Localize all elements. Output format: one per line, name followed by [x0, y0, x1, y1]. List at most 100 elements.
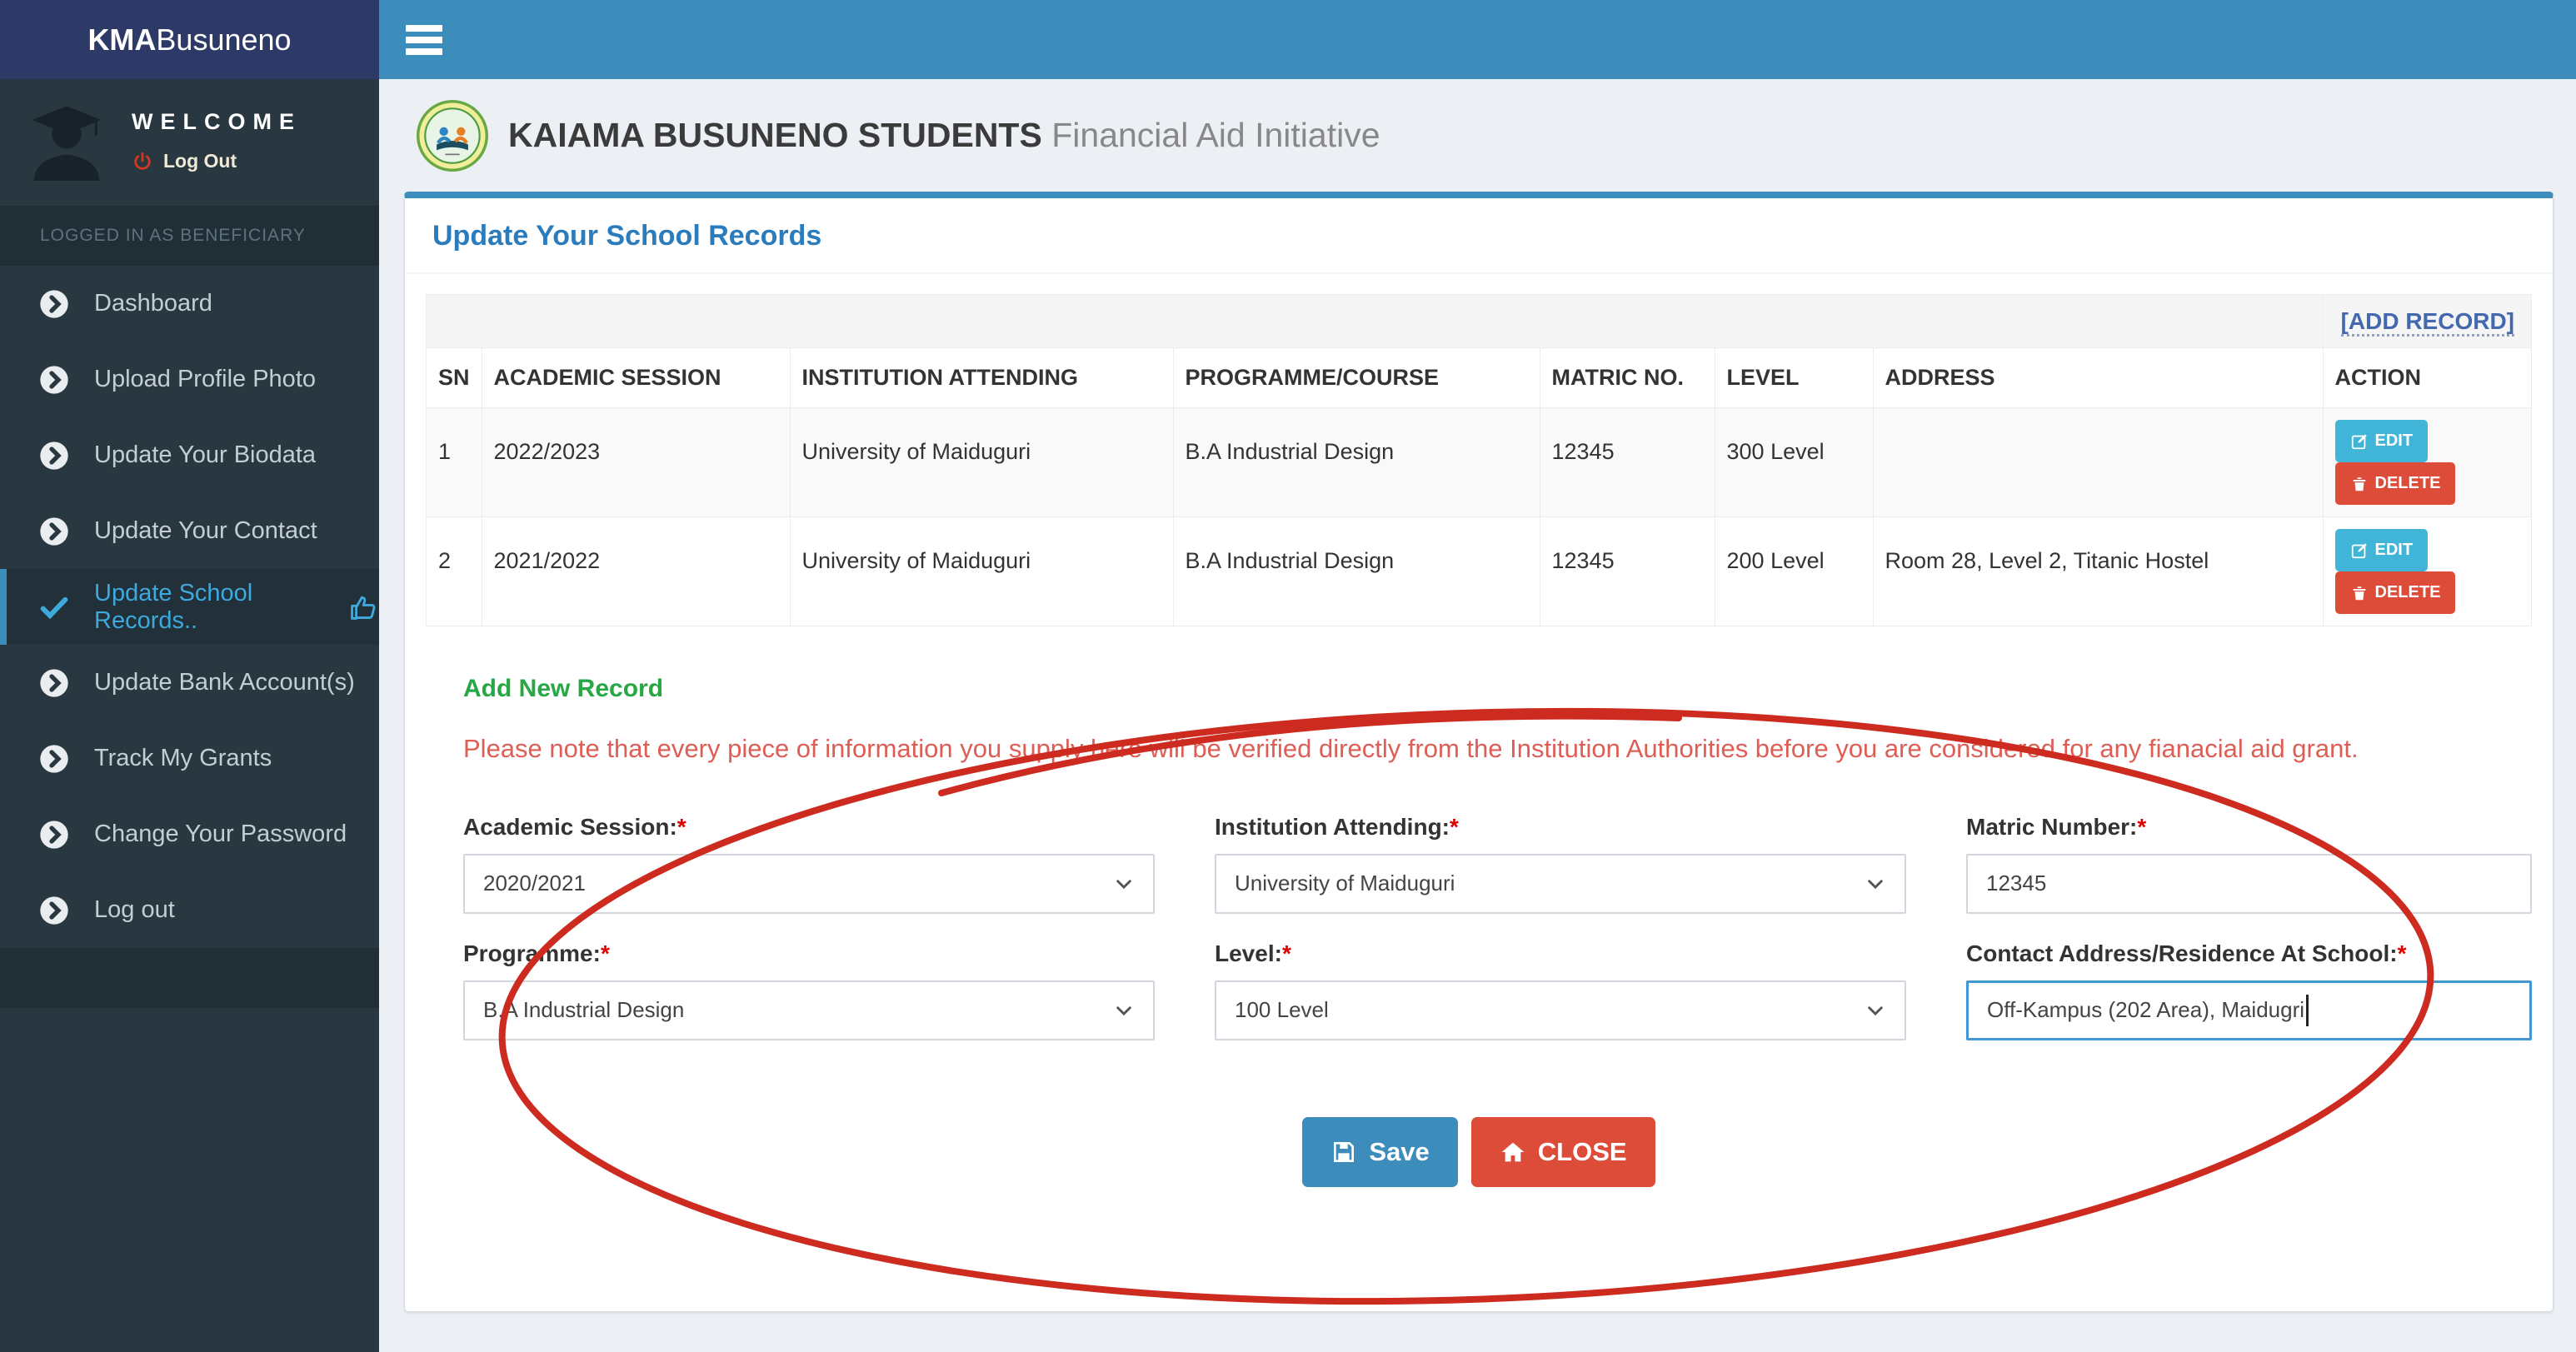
chevron-circle-icon: [37, 666, 71, 700]
welcome-text: WELCOME: [132, 109, 302, 135]
floppy-disk-icon: [1330, 1139, 1357, 1165]
chevron-down-icon: [1865, 873, 1886, 895]
institution-select[interactable]: University of Maiduguri: [1215, 854, 1906, 914]
sidebar-section-divider: [0, 948, 379, 1008]
power-icon: [132, 151, 153, 172]
trash-icon: [2350, 584, 2369, 602]
verification-note: Please note that every piece of informat…: [463, 725, 2532, 774]
top-navbar: [379, 0, 2576, 79]
required-asterisk: *: [2398, 940, 2407, 966]
sidebar-item-label: Update Your Biodata: [94, 442, 316, 469]
check-icon: [37, 591, 71, 624]
academic-session-select[interactable]: 2020/2021: [463, 854, 1155, 914]
save-button[interactable]: Save: [1302, 1117, 1457, 1187]
chevron-down-icon: [1865, 1000, 1886, 1021]
level-select[interactable]: 100 Level: [1215, 980, 1906, 1040]
close-button[interactable]: CLOSE: [1471, 1117, 1655, 1187]
sidebar-item-label: Change Your Password: [94, 821, 347, 848]
col-header-action: ACTION: [2323, 348, 2531, 408]
text-cursor: [2306, 995, 2309, 1026]
contact-address-input[interactable]: Off-Kampus (202 Area), Maidugri: [1966, 980, 2532, 1040]
sidebar-item-upload-photo[interactable]: Upload Profile Photo: [0, 342, 379, 417]
graduate-avatar: [23, 97, 110, 184]
records-table-container: [ADD RECORD] SN ACADEMIC SESSION INSTITU…: [426, 294, 2532, 626]
brand-light: Busuneno: [156, 22, 291, 57]
user-panel: WELCOME Log Out: [0, 79, 379, 206]
sidebar-item-label: Track My Grants: [94, 745, 272, 772]
cell-programme: B.A Industrial Design: [1173, 517, 1540, 626]
sidebar-item-label: Update School Records..: [94, 580, 341, 635]
add-new-record-heading: Add New Record: [463, 675, 2532, 703]
field-level: Level:* 100 Level: [1215, 940, 1906, 1040]
chevron-circle-icon: [37, 742, 71, 776]
required-asterisk: *: [1282, 940, 1291, 966]
app-window: KMABusuneno WELCOME Log Out LOGGED: [0, 0, 2576, 1352]
cell-sn: 1: [427, 408, 482, 517]
cell-programme: B.A Industrial Design: [1173, 408, 1540, 517]
cell-sn: 2: [427, 517, 482, 626]
page-header: KAIAMA BUSUNENO STUDENTS Financial Aid I…: [379, 79, 2576, 192]
add-record-form: Academic Session:* 2020/2021 Institution…: [463, 814, 2532, 1040]
field-matric-number: Matric Number:* 12345: [1966, 814, 2532, 914]
page-title-light: Financial Aid Initiative: [1051, 116, 1380, 154]
cell-address: [1873, 408, 2323, 517]
home-icon: [1500, 1139, 1526, 1165]
required-asterisk: *: [2137, 814, 2146, 840]
app-logo[interactable]: KMABusuneno: [0, 0, 379, 79]
chevron-circle-icon: [37, 439, 71, 472]
sidebar-menu: Dashboard Upload Profile Photo Update Yo…: [0, 266, 379, 948]
sidebar-item-biodata[interactable]: Update Your Biodata: [0, 417, 379, 493]
sidebar-item-logout[interactable]: Log out: [0, 872, 379, 948]
school-records-card: Update Your School Records [ADD RECORD]: [404, 192, 2554, 1312]
chevron-circle-icon: [37, 363, 71, 397]
chevron-down-icon: [1113, 1000, 1135, 1021]
chevron-circle-icon: [37, 287, 71, 321]
col-header-address: ADDRESS: [1873, 348, 2323, 408]
add-record-link[interactable]: [ADD RECORD]: [2341, 308, 2514, 337]
pencil-square-icon: [2350, 432, 2369, 451]
chevron-circle-icon: [37, 515, 71, 548]
main-area: KAIAMA BUSUNENO STUDENTS Financial Aid I…: [379, 0, 2576, 1352]
organization-logo: [417, 100, 488, 172]
required-asterisk: *: [601, 940, 610, 966]
hamburger-menu-icon[interactable]: [406, 25, 442, 55]
cell-session: 2021/2022: [482, 517, 790, 626]
delete-button[interactable]: DELETE: [2335, 462, 2456, 505]
sidebar-section-header: LOGGED IN AS BENEFICIARY: [0, 206, 379, 266]
col-header-level: LEVEL: [1715, 348, 1873, 408]
edit-button[interactable]: EDIT: [2335, 529, 2429, 571]
cell-matric: 12345: [1540, 408, 1715, 517]
edit-button[interactable]: EDIT: [2335, 420, 2429, 462]
sidebar: KMABusuneno WELCOME Log Out LOGGED: [0, 0, 379, 1352]
required-asterisk: *: [677, 814, 686, 840]
sidebar-item-label: Dashboard: [94, 290, 212, 317]
cell-matric: 12345: [1540, 517, 1715, 626]
sidebar-item-dashboard[interactable]: Dashboard: [0, 266, 379, 342]
sidebar-item-contact[interactable]: Update Your Contact: [0, 493, 379, 569]
sidebar-item-label: Upload Profile Photo: [94, 366, 316, 393]
matric-number-input[interactable]: 12345: [1966, 854, 2532, 914]
user-logout-link[interactable]: Log Out: [132, 150, 302, 172]
required-asterisk: *: [1450, 814, 1459, 840]
sidebar-item-change-password[interactable]: Change Your Password: [0, 796, 379, 872]
col-header-session: ACADEMIC SESSION: [482, 348, 790, 408]
form-actions: Save CLOSE: [405, 1117, 2553, 1187]
sidebar-item-label: Log out: [94, 896, 175, 924]
sidebar-item-school-records[interactable]: Update School Records..: [0, 569, 379, 645]
cell-institution: University of Maiduguri: [790, 408, 1173, 517]
chevron-circle-icon: [37, 818, 71, 851]
col-header-programme: PROGRAMME/COURSE: [1173, 348, 1540, 408]
field-academic-session: Academic Session:* 2020/2021: [463, 814, 1155, 914]
card-title: Update Your School Records: [405, 198, 2553, 274]
sidebar-item-label: Update Your Contact: [94, 517, 317, 545]
cell-institution: University of Maiduguri: [790, 517, 1173, 626]
table-header-row: SN ACADEMIC SESSION INSTITUTION ATTENDIN…: [427, 348, 2532, 408]
sidebar-item-bank-accounts[interactable]: Update Bank Account(s): [0, 645, 379, 721]
programme-select[interactable]: B.A Industrial Design: [463, 980, 1155, 1040]
delete-button[interactable]: DELETE: [2335, 571, 2456, 614]
sidebar-item-track-grants[interactable]: Track My Grants: [0, 721, 379, 796]
records-table: [ADD RECORD] SN ACADEMIC SESSION INSTITU…: [426, 294, 2532, 626]
chevron-down-icon: [1113, 873, 1135, 895]
cell-level: 300 Level: [1715, 408, 1873, 517]
col-header-matric: MATRIC NO.: [1540, 348, 1715, 408]
